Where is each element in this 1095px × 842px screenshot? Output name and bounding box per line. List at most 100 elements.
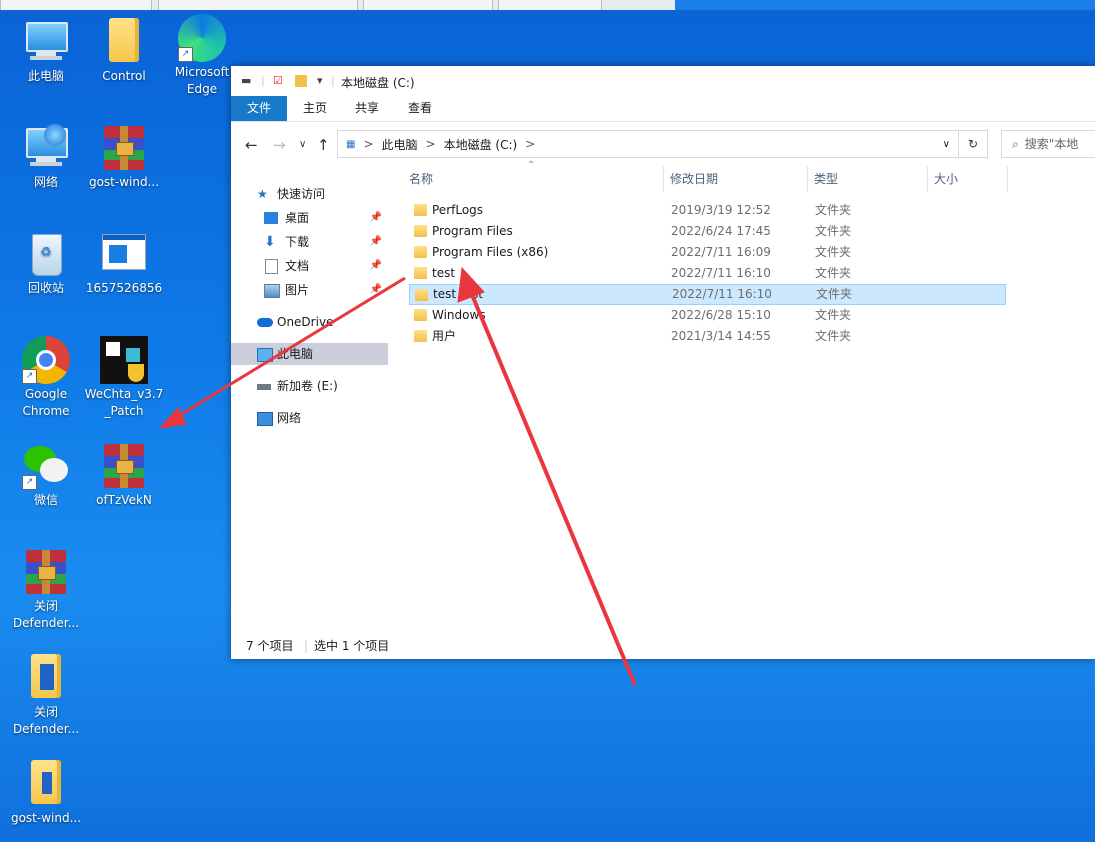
folder-icon <box>415 289 428 301</box>
properties-check-icon[interactable]: ☑ <box>273 74 283 87</box>
desktop-icon-label: 关闭 Defender... <box>12 599 80 630</box>
new-folder-icon[interactable] <box>295 75 307 87</box>
computer-icon <box>257 348 273 362</box>
window-tab-1[interactable] <box>0 0 152 10</box>
status-bar: 7 个项目 | 选中 1 个项目 <box>231 636 1095 656</box>
pin-icon[interactable]: 📌 <box>370 279 382 301</box>
folder-icon <box>414 267 427 279</box>
address-bar[interactable]: ▦ > 此电脑 > 本地磁盘 (C:) > ∨ <box>337 130 959 158</box>
desktop-icon-control[interactable]: Control <box>84 18 164 85</box>
nav-network[interactable]: 网络 <box>231 407 388 429</box>
separator: | <box>261 74 265 87</box>
window-tab-3[interactable] <box>363 0 493 10</box>
window-tab-4[interactable] <box>498 0 602 10</box>
desktop-icon-label: 此电脑 <box>27 69 64 83</box>
forward-arrow-icon[interactable]: → <box>273 136 286 154</box>
table-row[interactable]: Windows 2022/6/28 15:10 文件夹 <box>409 305 1004 326</box>
desktop-icon-this-pc[interactable]: 此电脑 <box>6 18 86 85</box>
tab-view[interactable]: 查看 <box>394 96 446 121</box>
pin-icon[interactable]: 📌 <box>370 255 382 277</box>
file-type: 文件夹 <box>815 203 852 217</box>
file-date: 2022/6/28 15:10 <box>671 308 771 322</box>
nav-item-pictures[interactable]: 图片 📌 <box>231 279 388 301</box>
nav-item-downloads[interactable]: ⬇ 下载 📌 <box>231 231 388 253</box>
document-icon <box>265 259 278 274</box>
desktop-icon-recycle-bin[interactable]: ♻ 回收站 <box>6 230 86 297</box>
breadcrumb-separator: > <box>525 137 536 151</box>
refresh-button[interactable]: ↻ <box>958 130 988 158</box>
nav-label: 此电脑 <box>277 347 314 361</box>
address-dropdown-chevron-icon[interactable]: ∨ <box>943 139 950 150</box>
column-header-size[interactable]: 大小 <box>927 166 1008 192</box>
nav-onedrive[interactable]: OneDrive <box>231 311 388 333</box>
file-name: Program Files (x86) <box>432 245 549 259</box>
desktop-icon-wechta-patch[interactable]: WeChta_v3.7 _Patch <box>84 336 164 420</box>
desktop-icon-label: 回收站 <box>27 281 64 295</box>
desktop-icon-oftzvekn[interactable]: ofTzVekN <box>84 442 164 509</box>
pin-icon[interactable]: 📌 <box>370 207 382 229</box>
nav-item-documents[interactable]: 文档 📌 <box>231 255 388 277</box>
desktop-icon-gost-2[interactable]: gost-wind... <box>6 760 86 827</box>
computer-icon <box>22 18 70 66</box>
desktop-icon-disable-defender-2[interactable]: 关闭 Defender... <box>6 654 86 738</box>
desktop-icon-label: 关闭 Defender... <box>12 705 80 736</box>
pin-icon[interactable]: 📌 <box>370 231 382 253</box>
top-window-strip <box>0 0 1095 10</box>
winrar-archive-icon <box>100 442 148 490</box>
refresh-icon: ↻ <box>967 137 979 151</box>
column-header-name[interactable]: 名称 <box>401 166 664 192</box>
tab-file[interactable]: 文件 <box>231 96 287 121</box>
table-row-selected[interactable]: test test 2022/7/11 16:10 文件夹 <box>409 284 1006 305</box>
breadcrumb-this-pc[interactable]: 此电脑 <box>382 136 418 153</box>
desktop-icon-network[interactable]: 网络 <box>6 124 86 191</box>
tab-share[interactable]: 共享 <box>341 96 393 121</box>
file-date: 2021/3/14 14:55 <box>671 329 771 343</box>
breadcrumb-separator: > <box>425 137 436 151</box>
file-type: 文件夹 <box>815 266 852 280</box>
desktop-icon-disable-defender-1[interactable]: 关闭 Defender... <box>6 548 86 632</box>
drive-icon: ▬ <box>241 74 252 87</box>
recent-locations-chevron-icon[interactable]: ∨ <box>299 139 306 150</box>
back-arrow-icon[interactable]: ← <box>245 136 258 154</box>
title-bar: ▬ | ☑ ▾ | 本地磁盘 (C:) <box>231 66 1095 96</box>
installer-file-icon <box>22 654 70 702</box>
nav-label: OneDrive <box>277 315 334 329</box>
window-tab-2[interactable] <box>158 0 358 10</box>
nav-this-pc[interactable]: 此电脑 <box>231 343 388 365</box>
shortcut-arrow-icon: ↗ <box>22 475 37 490</box>
file-type: 文件夹 <box>816 287 853 301</box>
separator: | <box>304 639 309 653</box>
window-title: 本地磁盘 (C:) <box>341 76 415 90</box>
breadcrumb-drive-c[interactable]: 本地磁盘 (C:) <box>444 136 518 153</box>
table-row[interactable]: Program Files 2022/6/24 17:45 文件夹 <box>409 221 1004 242</box>
nav-item-desktop[interactable]: 桌面 📌 <box>231 207 388 229</box>
up-arrow-icon[interactable]: ↑ <box>317 136 330 154</box>
search-icon: ⌕ <box>1012 137 1019 151</box>
quick-access-toolbar-dropdown-icon[interactable]: ▾ <box>317 74 323 87</box>
table-row[interactable]: test 2022/7/11 16:10 文件夹 <box>409 263 1004 284</box>
search-input[interactable]: ⌕ 搜索"本地 <box>1001 130 1095 158</box>
nav-label: 桌面 <box>285 211 310 225</box>
desktop-icon-gost-1[interactable]: gost-wind... <box>84 124 164 191</box>
column-header-label: 大小 <box>934 172 959 186</box>
nav-label: 文档 <box>285 259 310 273</box>
file-name: test test <box>433 287 483 301</box>
file-list: ⌃ 名称 修改日期 类型 大小 PerfLogs 2019/3/19 12:52… <box>401 160 1095 626</box>
file-date: 2022/7/11 16:10 <box>672 287 772 301</box>
nav-quick-access[interactable]: ★ 快速访问 <box>231 183 388 205</box>
tab-home[interactable]: 主页 <box>289 96 341 121</box>
desktop-icon-1657526856[interactable]: 1657526856 <box>84 230 164 297</box>
nav-label: 网络 <box>277 411 302 425</box>
star-icon: ★ <box>257 187 268 201</box>
desktop-icon-wechat[interactable]: ↗ 微信 <box>6 442 86 509</box>
column-header-type[interactable]: 类型 <box>807 166 928 192</box>
table-row[interactable]: PerfLogs 2019/3/19 12:52 文件夹 <box>409 200 1004 221</box>
table-row[interactable]: Program Files (x86) 2022/7/11 16:09 文件夹 <box>409 242 1004 263</box>
column-header-date[interactable]: 修改日期 <box>663 166 808 192</box>
pictures-icon <box>264 284 280 298</box>
desktop-icon <box>264 212 278 224</box>
desktop-icon-chrome[interactable]: ↗ Google Chrome <box>6 336 86 420</box>
table-row[interactable]: 用户 2021/3/14 14:55 文件夹 <box>409 326 1004 347</box>
nav-drive-e[interactable]: 新加卷 (E:) <box>231 375 388 397</box>
desktop-icon-edge[interactable]: ↗ Microsoft Edge <box>162 14 242 98</box>
